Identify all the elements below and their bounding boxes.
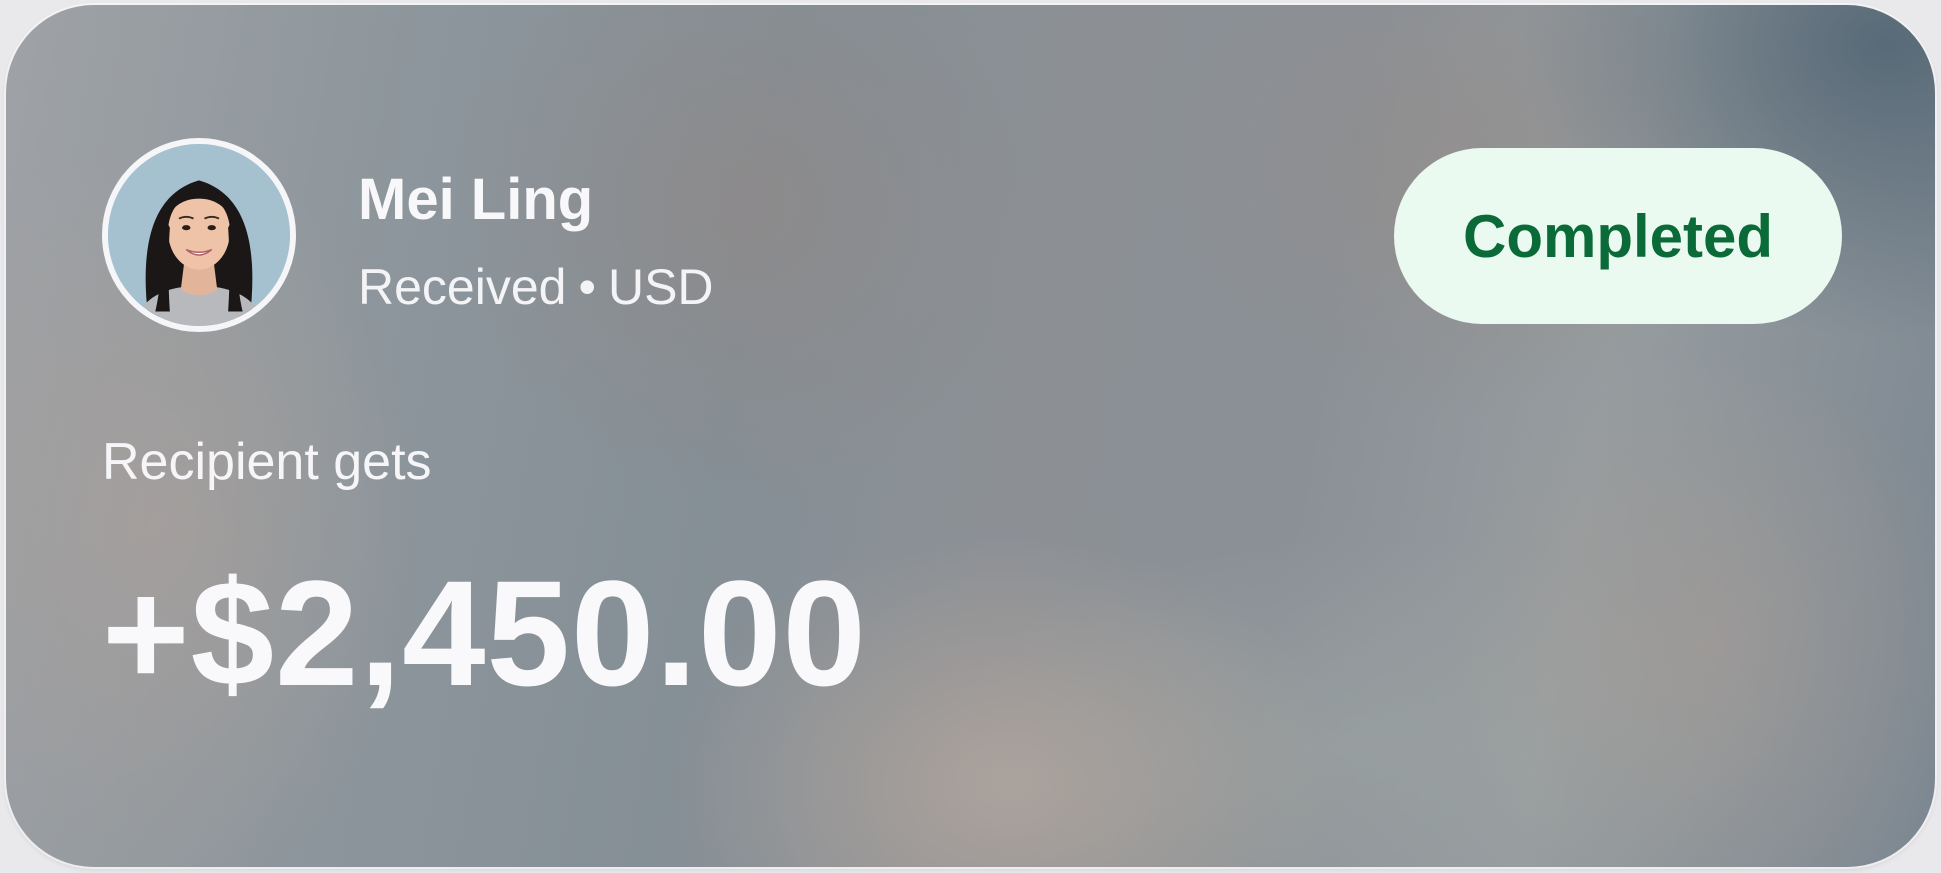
amount-label: Recipient gets xyxy=(102,433,432,491)
separator-dot: • xyxy=(578,259,596,315)
contact-name: Mei Ling xyxy=(358,167,594,232)
transaction-card[interactable]: Mei Ling Received • USD Completed Recipien… xyxy=(6,5,1935,867)
avatar xyxy=(102,138,296,332)
transaction-direction: Received xyxy=(358,259,567,315)
status-badge: Completed xyxy=(1394,148,1842,324)
transaction-currency: USD xyxy=(607,259,714,315)
amount-value: +$2,450.00 xyxy=(102,549,867,717)
transaction-meta: Received • USD xyxy=(358,257,714,317)
avatar-photo-icon xyxy=(108,144,290,326)
